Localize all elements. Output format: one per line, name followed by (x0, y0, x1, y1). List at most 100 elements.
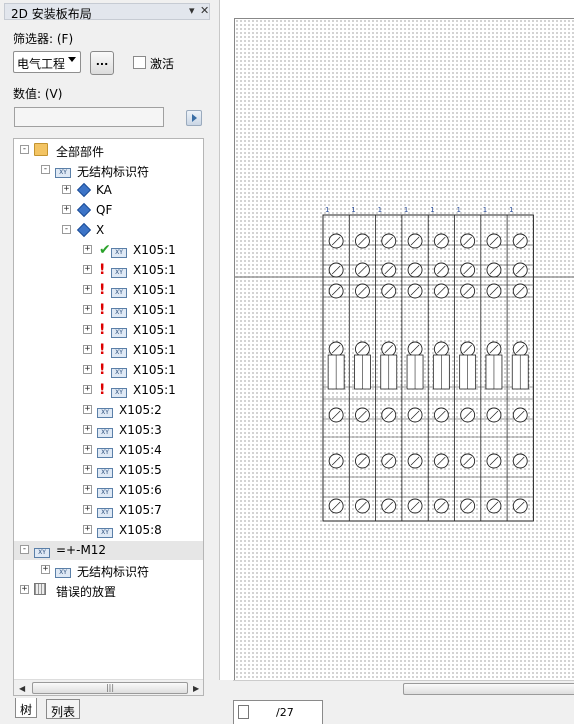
expand-icon[interactable]: + (83, 465, 92, 474)
tree-node-label: X105:2 (119, 403, 162, 417)
terminal-strip-drawing: 1 1 1 1 1 1 1 1 (235, 206, 574, 522)
error-icon: ! (99, 322, 106, 338)
tree-node[interactable]: + XY X105:5 (14, 461, 203, 480)
terminal-number: 1 (404, 206, 408, 214)
expand-icon[interactable]: + (83, 285, 92, 294)
collapse-icon[interactable]: - (20, 145, 29, 154)
layout-panel: 2D 安装板布局 ▾ ✕ 筛选器: (F) 电气工程 ... 激活 数值: (V… (0, 0, 212, 724)
tab-list[interactable]: 列表 (46, 699, 81, 719)
tree-node[interactable]: + XY X105:8 (14, 521, 203, 540)
scroll-right-icon[interactable]: ▶ (193, 684, 199, 693)
tree-node[interactable]: + ✔ XY X105:1 (14, 241, 203, 260)
expand-icon[interactable]: + (83, 345, 92, 354)
mounting-plate-canvas[interactable]: 1 1 1 1 1 1 1 1 (234, 18, 574, 680)
terminal-number: 1 (483, 206, 487, 214)
tab-tree[interactable]: 树 (15, 698, 38, 718)
expand-icon[interactable]: + (83, 305, 92, 314)
tree-node[interactable]: + XY X105:2 (14, 401, 203, 420)
expand-icon[interactable]: + (41, 565, 50, 574)
tree-node[interactable]: + XY X105:4 (14, 441, 203, 460)
identifier-icon: XY (97, 403, 113, 418)
collapse-icon[interactable]: - (41, 165, 50, 174)
scroll-thumb[interactable]: ||| (32, 682, 188, 694)
expand-icon[interactable]: + (83, 385, 92, 394)
tree-node[interactable]: +! XY X105:1 (14, 261, 203, 280)
expand-icon[interactable]: + (62, 185, 71, 194)
tree-node-label: X105:1 (133, 383, 176, 397)
tree-node[interactable]: + QF (14, 201, 203, 220)
identifier-icon: XY (97, 503, 113, 518)
tree-node[interactable]: + KA (14, 181, 203, 200)
activate-checkbox[interactable] (133, 56, 146, 69)
filter-select[interactable]: 电气工程 (13, 51, 81, 73)
value-input[interactable] (14, 107, 164, 127)
tree-node-label: 错误的放置 (56, 585, 117, 599)
identifier-icon: XY (111, 383, 127, 398)
error-icon: ! (99, 302, 106, 318)
tree-node-label: 全部部件 (56, 145, 105, 159)
scroll-left-icon[interactable]: ◀ (19, 684, 25, 693)
tree-node-label: 无结构标识符 (77, 565, 150, 579)
expand-icon[interactable]: + (83, 245, 92, 254)
parts-tree[interactable]: - 全部部件 - XY 无结构标识符 + KA + QF - X + ✔ XY X105:1 +! XY X105… (13, 138, 204, 696)
terminal-number: 1 (351, 206, 355, 214)
tree-horizontal-scrollbar[interactable]: ◀ ||| ▶ (14, 679, 203, 695)
close-icon[interactable]: ✕ (200, 4, 209, 17)
collapse-icon[interactable]: - (20, 545, 29, 554)
expand-icon[interactable]: + (83, 525, 92, 534)
expand-icon[interactable]: + (83, 365, 92, 374)
tree-node[interactable]: -X (14, 221, 203, 240)
tree-node-label: =+-M12 (56, 543, 107, 557)
expand-icon[interactable]: + (83, 405, 92, 414)
tree-node[interactable]: + XY X105:3 (14, 421, 203, 440)
tree-node[interactable]: +! XY X105:1 (14, 301, 203, 320)
collapse-icon[interactable]: - (62, 225, 71, 234)
error-icon: ! (99, 342, 106, 358)
canvas-horizontal-scrollbar[interactable] (233, 680, 574, 696)
panel-tabbar: 树 列表 (0, 698, 212, 724)
drawing-area[interactable]: 1 1 1 1 1 1 1 1 (219, 0, 574, 724)
identifier-icon: XY (97, 483, 113, 498)
tree-node[interactable]: - XY 无结构标识符 (14, 161, 203, 180)
terminal-number: 1 (378, 206, 382, 214)
tree-node[interactable]: - 全部部件 (14, 141, 203, 160)
apply-value-button[interactable] (186, 110, 202, 126)
tree-node[interactable]: +! XY X105:1 (14, 281, 203, 300)
tree-node[interactable]: +! XY X105:1 (14, 341, 203, 360)
expand-icon[interactable]: + (20, 585, 29, 594)
expand-icon[interactable]: + (83, 485, 92, 494)
identifier-icon: XY (111, 323, 127, 338)
canvas-scroll-thumb[interactable] (403, 683, 574, 695)
identifier-icon: XY (97, 443, 113, 458)
page-tab[interactable]: /27 (233, 700, 323, 724)
expand-icon[interactable]: + (62, 205, 71, 214)
expand-icon[interactable]: + (83, 505, 92, 514)
terminal-number: 1 (509, 206, 513, 214)
placement-icon (34, 583, 46, 598)
expand-icon[interactable]: + (83, 265, 92, 274)
expand-icon[interactable]: + (83, 325, 92, 334)
identifier-icon: XY (111, 343, 127, 358)
identifier-icon: XY (111, 363, 127, 378)
tree-node[interactable]: + XY X105:6 (14, 481, 203, 500)
canvas-bottom-bar: /27 (219, 680, 574, 724)
tree-node[interactable]: +! XY X105:1 (14, 321, 203, 340)
expand-icon[interactable]: + (83, 425, 92, 434)
identifier-icon: XY (111, 303, 127, 318)
expand-icon[interactable]: + (83, 445, 92, 454)
device-icon (76, 202, 92, 218)
terminal-number: 1 (430, 206, 434, 214)
tree-node[interactable]: +! XY X105:1 (14, 381, 203, 400)
value-label: 数值: (V) (13, 87, 63, 101)
filter-browse-button[interactable]: ... (90, 51, 114, 75)
tree-node[interactable]: + 错误的放置 (14, 581, 203, 600)
tree-node[interactable]: - XY =+-M12 (14, 541, 203, 560)
tree-node[interactable]: + XY 无结构标识符 (14, 561, 203, 580)
tree-node-label: X105:1 (133, 303, 176, 317)
error-icon: ! (99, 282, 106, 298)
error-icon: ! (99, 262, 106, 278)
tree-node[interactable]: + XY X105:7 (14, 501, 203, 520)
tree-node[interactable]: +! XY X105:1 (14, 361, 203, 380)
tree-node-label: X105:7 (119, 503, 162, 517)
pin-icon[interactable]: ▾ (189, 4, 195, 17)
